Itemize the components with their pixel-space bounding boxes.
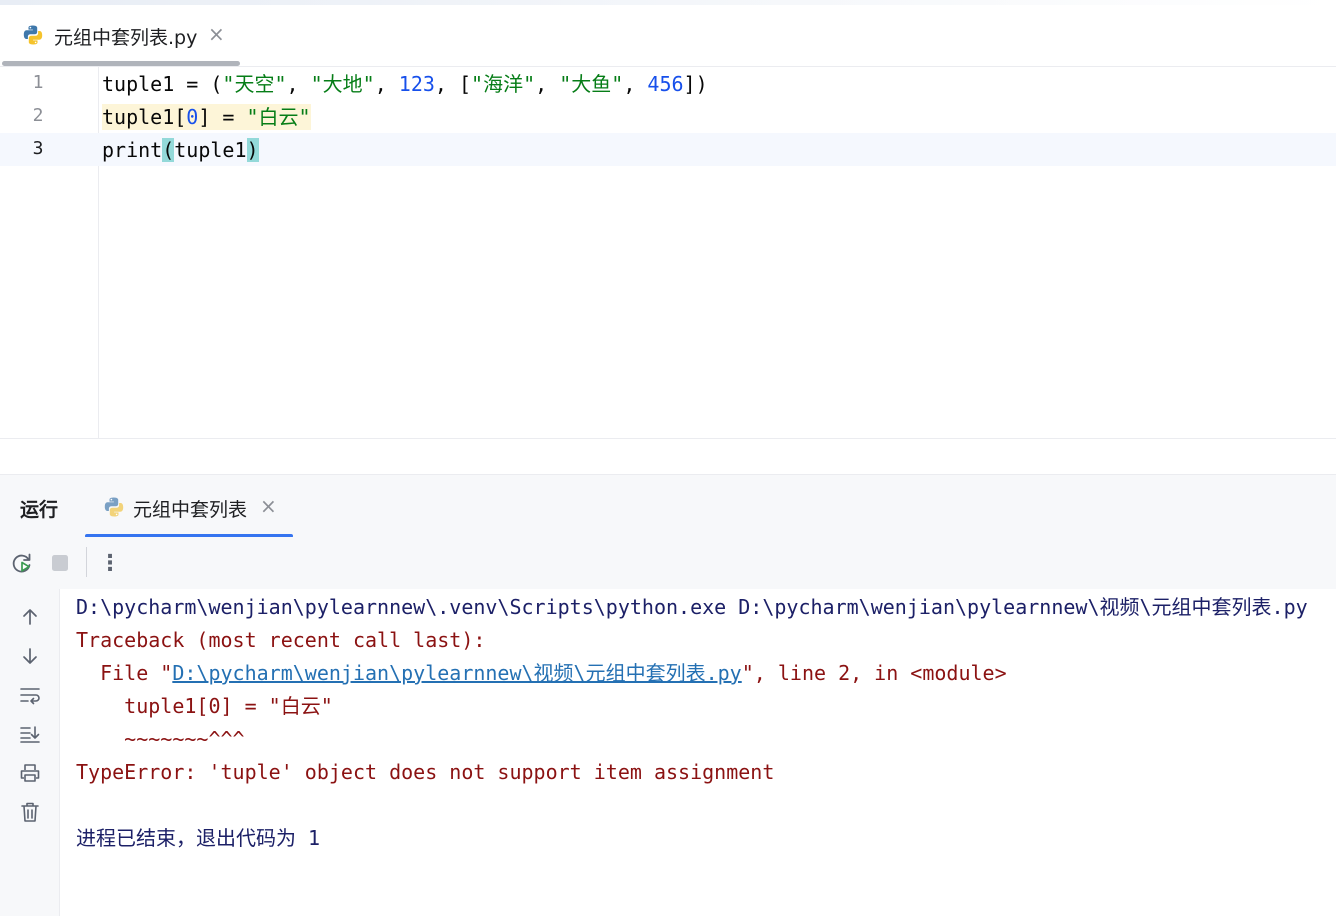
active-tab-indicator xyxy=(2,61,240,66)
rerun-button[interactable] xyxy=(9,550,35,576)
toolbar-separator xyxy=(86,547,87,577)
code-line-2[interactable]: 2 tuple1[0] = "白云" xyxy=(0,100,1336,133)
soft-wrap-icon xyxy=(20,688,40,705)
scroll-down-button[interactable] xyxy=(17,643,43,669)
close-icon[interactable]: × xyxy=(208,23,225,45)
console-exit-status: 进程已结束，退出代码为 1 xyxy=(76,826,321,850)
run-panel-label: 运行 xyxy=(20,499,59,521)
scroll-up-button[interactable] xyxy=(17,604,43,630)
console-traceback-marker: ~~~~~~~^^^ xyxy=(76,727,245,751)
line-number: 1 xyxy=(32,72,44,93)
scroll-to-end-button[interactable] xyxy=(17,721,43,747)
more-actions-button[interactable]: ⋮ xyxy=(97,550,123,576)
arrow-up-icon xyxy=(23,609,37,625)
code-line-1[interactable]: 1 tuple1 = ("天空", "大地", 123, ["海洋", "大鱼"… xyxy=(0,67,1336,100)
line-number: 3 xyxy=(32,138,44,159)
stop-button[interactable] xyxy=(47,550,73,576)
arrow-down-icon xyxy=(23,648,37,664)
stop-icon xyxy=(52,555,68,571)
source-file-link[interactable]: D:\pycharm\wenjian\pylearnnew\视频\元组中套列表.… xyxy=(172,661,741,685)
console-traceback-code: tuple1[0] = "白云" xyxy=(76,694,333,718)
clear-console-button[interactable] xyxy=(17,799,43,825)
python-file-icon xyxy=(22,24,44,46)
code-text-warning: tuple1[0] = "白云" xyxy=(102,104,311,130)
editor-tab-file[interactable]: 元组中套列表.py × xyxy=(2,5,240,66)
rerun-icon xyxy=(12,553,31,573)
console-error-message: TypeError: 'tuple' object does not suppo… xyxy=(76,760,775,784)
code-text: tuple1 = ("天空", "大地", 123, ["海洋", "大鱼", … xyxy=(102,72,708,96)
code-editor[interactable]: 1 tuple1 = ("天空", "大地", 123, ["海洋", "大鱼"… xyxy=(0,67,1336,439)
run-toolbar: ⋮ xyxy=(0,537,1336,589)
console-side-toolbar xyxy=(0,589,60,916)
console-traceback-file-line: File "D:\pycharm\wenjian\pylearnnew\视频\元… xyxy=(76,661,1007,685)
run-config-tab[interactable]: 元组中套列表 × xyxy=(85,475,293,538)
soft-wrap-button[interactable] xyxy=(17,682,43,708)
editor-tab-bar: 元组中套列表.py × xyxy=(0,5,1336,67)
close-icon[interactable]: × xyxy=(260,495,277,517)
printer-icon xyxy=(20,764,40,782)
run-tab-title: 元组中套列表 xyxy=(133,499,248,521)
scroll-to-end-icon xyxy=(20,726,40,743)
trash-icon xyxy=(21,802,39,822)
code-line-3[interactable]: 3 print(tuple1) xyxy=(0,133,1336,166)
python-run-icon xyxy=(103,496,125,518)
line-number: 2 xyxy=(32,105,44,126)
console-output[interactable]: D:\pycharm\wenjian\pylearnnew\.venv\Scri… xyxy=(60,589,1336,916)
editor-tab-title: 元组中套列表.py xyxy=(54,27,198,49)
console-traceback-header: Traceback (most recent call last): xyxy=(76,628,486,652)
console-command-line: D:\pycharm\wenjian\pylearnnew\.venv\Scri… xyxy=(76,595,1308,619)
code-text: print(tuple1) xyxy=(102,138,259,162)
print-button[interactable] xyxy=(17,760,43,786)
run-panel-header: 运行 元组中套列表 × xyxy=(0,474,1336,538)
